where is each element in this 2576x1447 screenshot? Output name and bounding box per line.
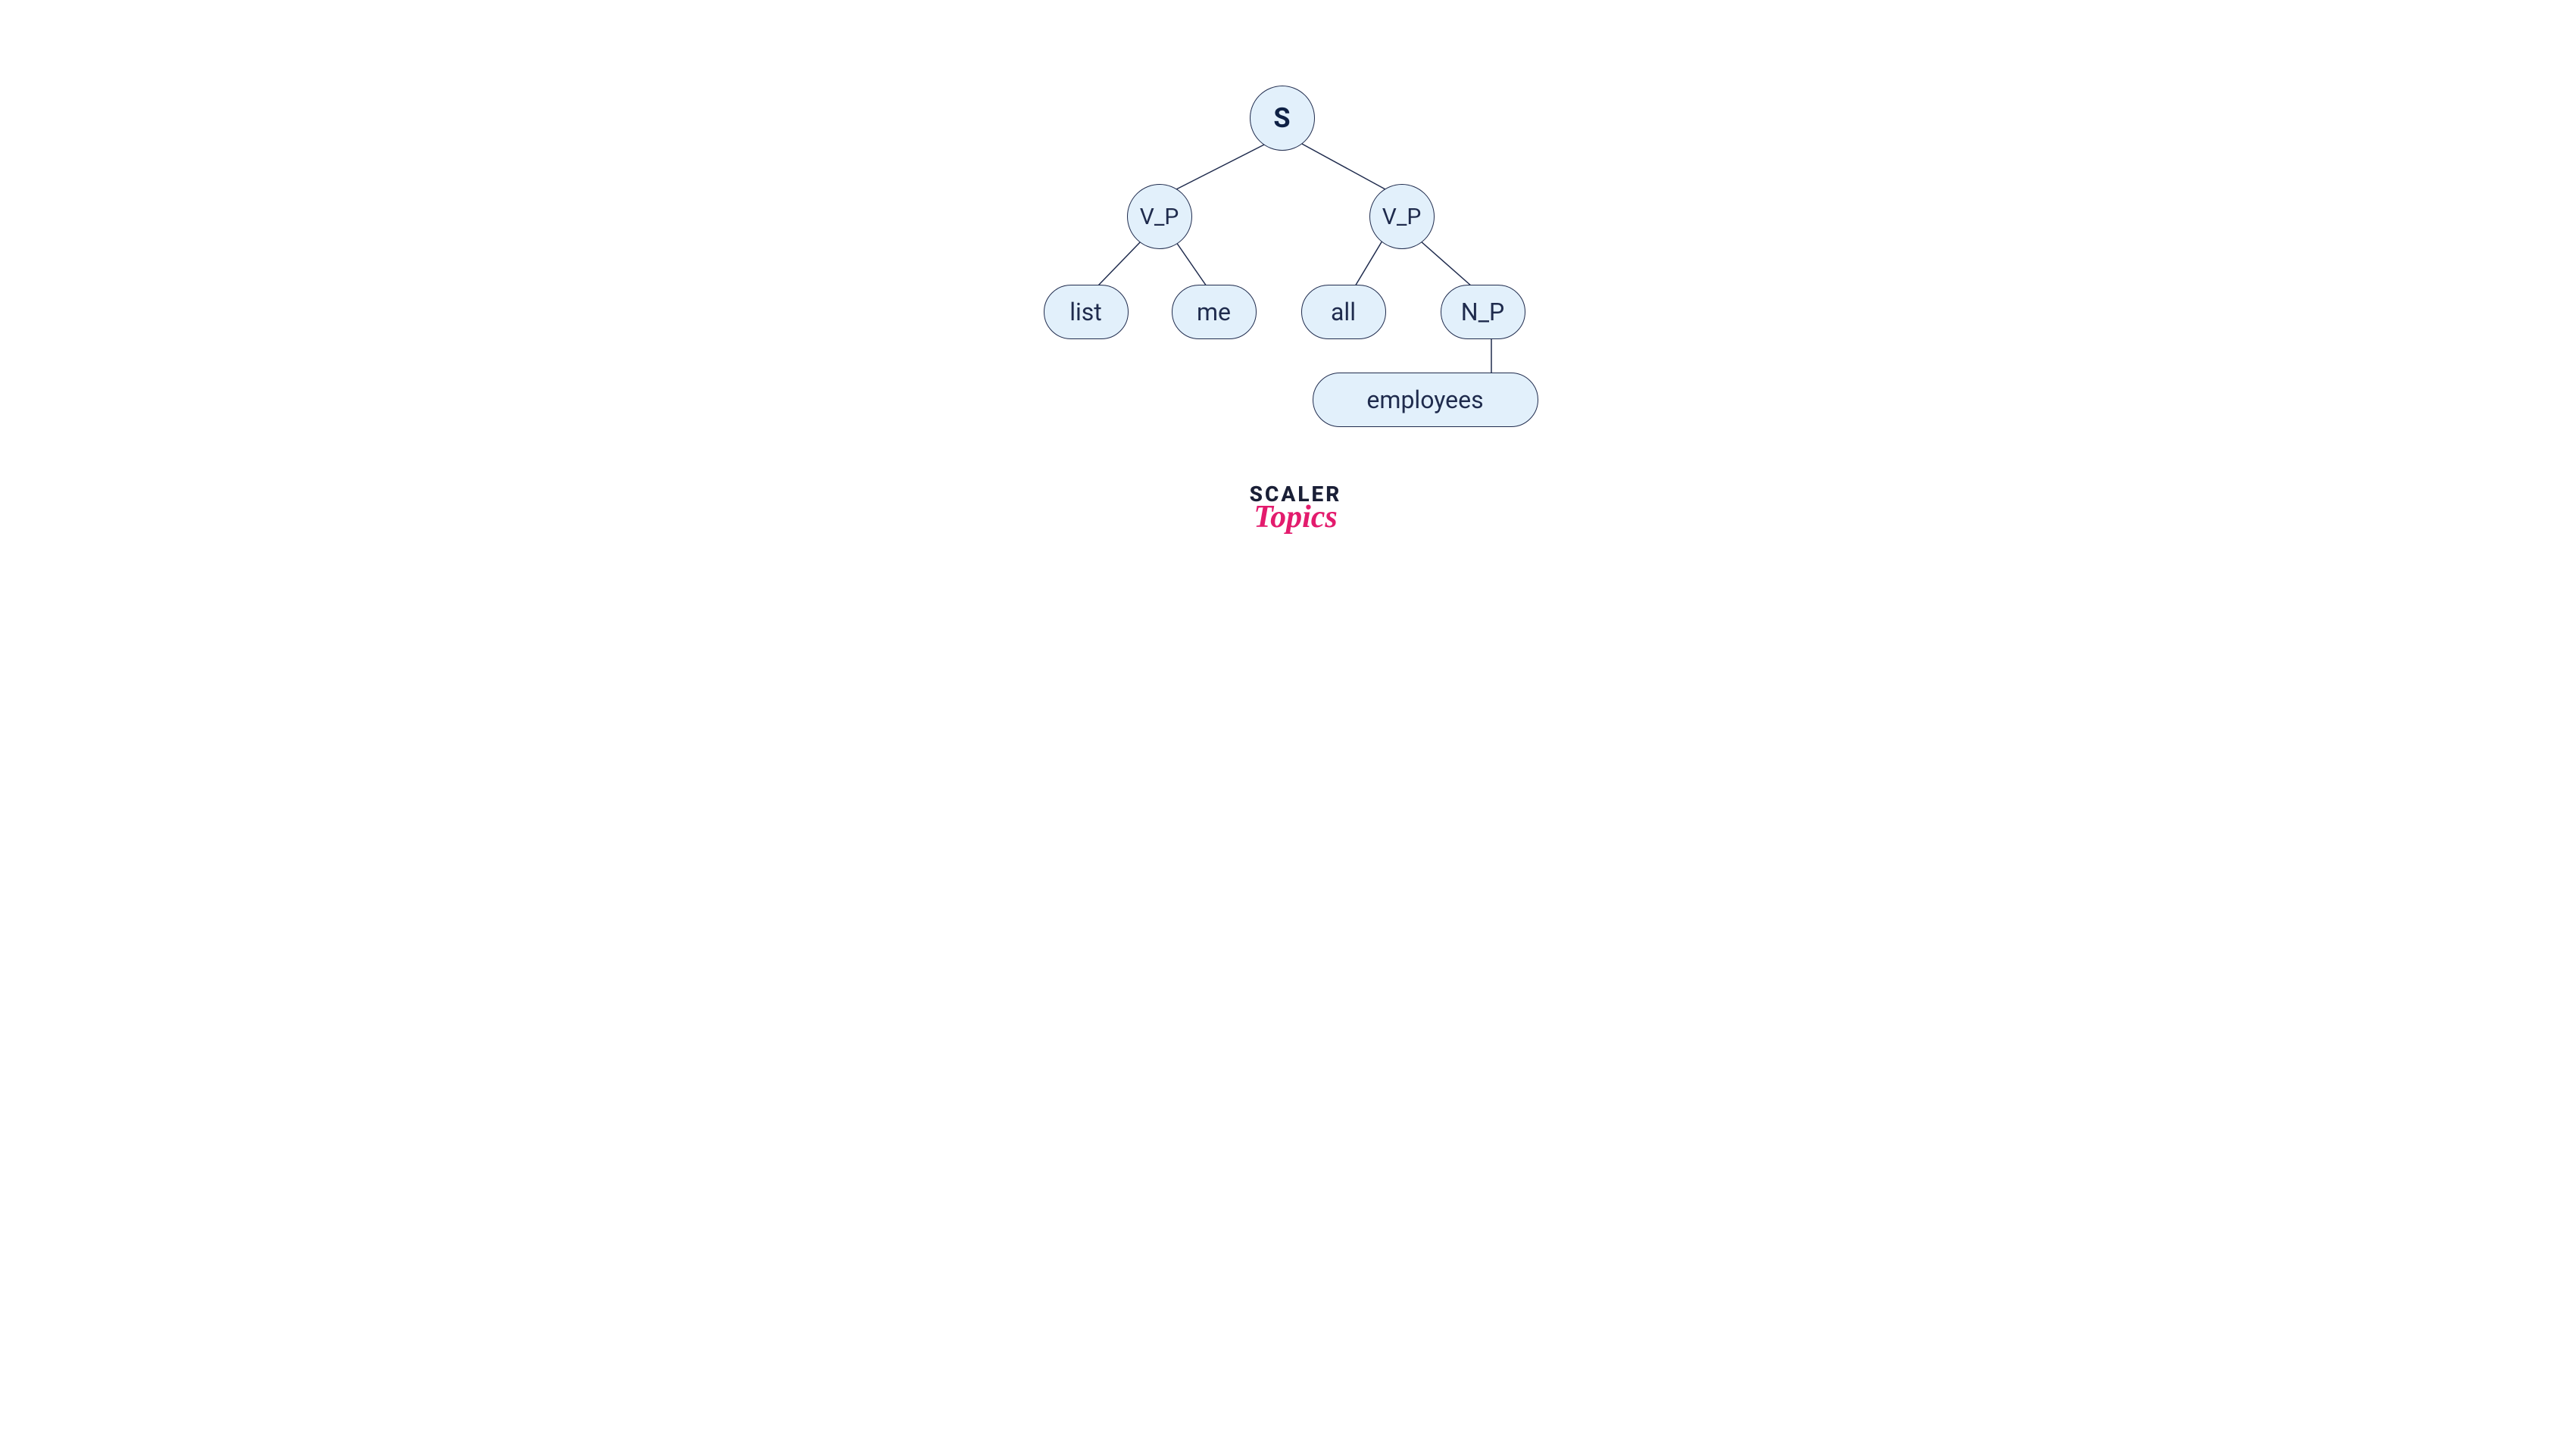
node-leaf-all: all [1301, 285, 1386, 339]
node-vp-right: V_P [1369, 184, 1435, 249]
diagram-canvas: S V_P V_P list me all N_P employees SCAL… [735, 0, 1841, 622]
node-label: N_P [1461, 298, 1504, 326]
node-leaf-me: me [1172, 285, 1257, 339]
node-root-s: S [1250, 86, 1315, 151]
node-label: employees [1366, 385, 1483, 414]
node-label: V_P [1140, 204, 1179, 230]
node-vp-left: V_P [1127, 184, 1192, 249]
node-leaf-list: list [1044, 285, 1129, 339]
node-label: me [1197, 298, 1231, 326]
node-label: list [1069, 298, 1102, 326]
node-np: N_P [1441, 285, 1525, 339]
node-label: all [1331, 298, 1356, 326]
node-label: S [1273, 102, 1290, 134]
node-leaf-employees: employees [1313, 373, 1538, 427]
brand-logo: SCALER Topics [1235, 482, 1357, 535]
node-label: V_P [1382, 204, 1422, 230]
